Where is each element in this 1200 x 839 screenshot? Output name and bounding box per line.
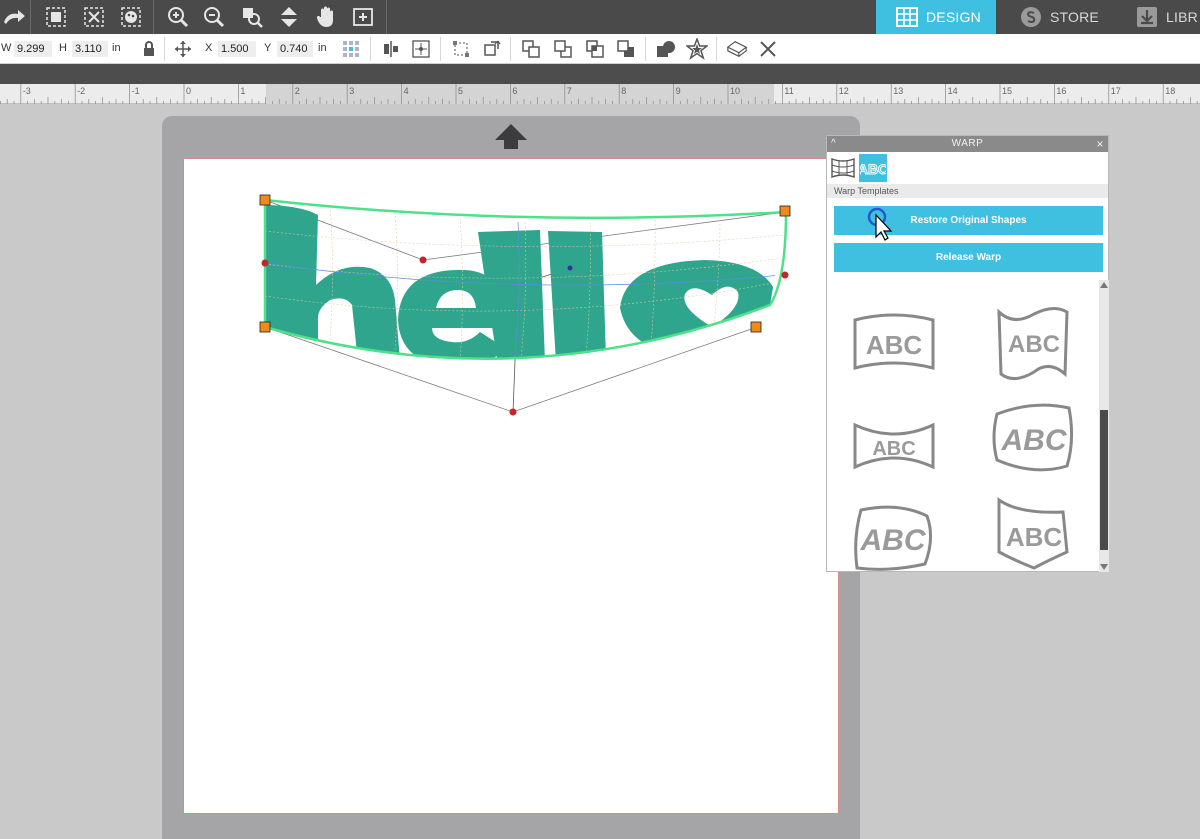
template-bulge-text: ABC — [1001, 424, 1068, 457]
restore-button-label: Restore Original Shapes — [910, 215, 1027, 226]
warp-panel: ^ WARP × ABC Warp Templates Restore Orig… — [826, 135, 1109, 572]
template-flag[interactable]: ABC — [849, 498, 939, 572]
template-shield-text: ABC — [1006, 522, 1063, 552]
tab-warp-templates[interactable]: ABC — [859, 154, 887, 182]
warp-tabs: ABC — [827, 152, 1108, 184]
templates-scrollbar[interactable] — [1099, 280, 1109, 572]
template-wave[interactable]: ABC — [989, 304, 1079, 384]
template-bulge[interactable]: ABC — [989, 400, 1079, 480]
template-shield[interactable]: ABC — [989, 494, 1079, 572]
collapse-icon[interactable]: ^ — [831, 136, 836, 152]
template-flag-text: ABC — [860, 524, 927, 557]
warp-panel-title: WARP — [951, 138, 984, 149]
release-warp-button[interactable]: Release Warp — [834, 243, 1103, 272]
scrollbar-thumb[interactable] — [1100, 410, 1108, 550]
scroll-up-icon[interactable] — [1099, 280, 1109, 290]
warp-template-grid: ABC ABC ABC ABC ABC ABC — [827, 280, 1099, 572]
warp-templates-section-label: Warp Templates — [827, 184, 1108, 198]
tab-warp-grid[interactable] — [829, 154, 857, 182]
abc-tab-label: ABC — [860, 161, 886, 177]
scroll-down-icon[interactable] — [1099, 562, 1109, 572]
release-button-label: Release Warp — [935, 252, 1002, 263]
template-wave-text: ABC — [1008, 331, 1060, 358]
template-bowtie[interactable]: ABC — [849, 405, 939, 485]
warp-grid-icon — [831, 158, 855, 178]
mouse-cursor-icon — [867, 207, 893, 241]
template-arch[interactable]: ABC — [849, 308, 939, 388]
panel-close-icon[interactable]: × — [1096, 136, 1104, 152]
abc-tab-icon: ABC — [860, 161, 886, 178]
template-bowtie-text: ABC — [872, 438, 915, 460]
template-arch-text: ABC — [866, 330, 923, 360]
warp-panel-titlebar[interactable]: ^ WARP × — [827, 136, 1108, 152]
